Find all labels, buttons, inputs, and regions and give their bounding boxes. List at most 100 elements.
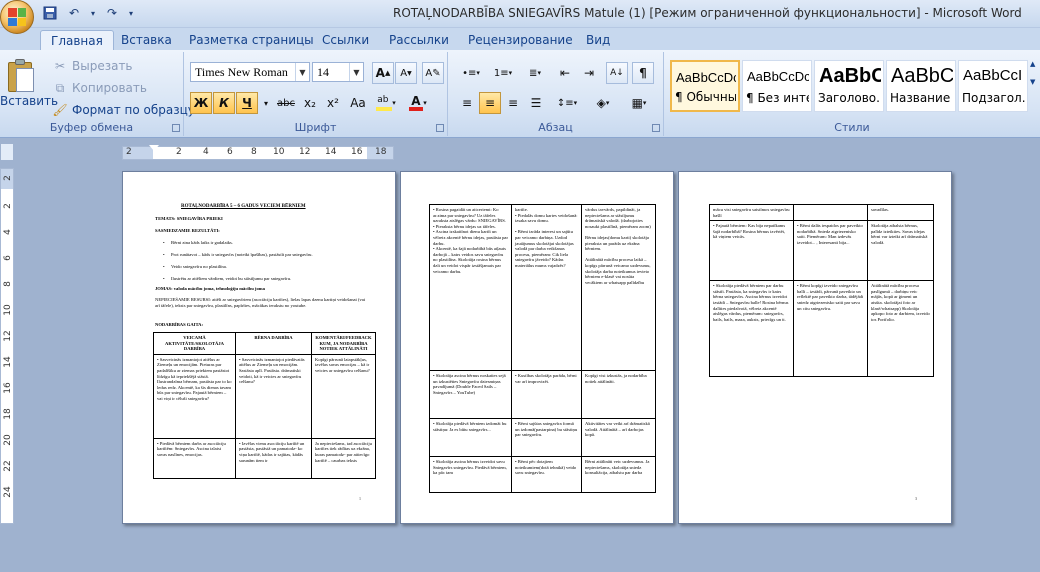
ruler-tick: 8 xyxy=(3,281,13,287)
font-color-label: A xyxy=(411,94,421,108)
style-subtitle[interactable]: AaBbCcI Подзагол... xyxy=(958,60,1028,112)
tab-view[interactable]: Вид xyxy=(576,30,620,50)
line-spacing-icon: ↕≡ xyxy=(556,97,574,109)
table-cell: Bērni sajūtas sniegavīra formā un izdomā… xyxy=(511,418,582,457)
save-icon[interactable] xyxy=(40,4,60,22)
document-page-1[interactable]: ROTAĻNODARBĪBA 5 – 6 GADUS VECIEM BĒRNIE… xyxy=(122,171,396,524)
borders-button[interactable]: ▦ ▾ xyxy=(624,92,654,114)
style-normal[interactable]: AaBbCcDc ¶ Обычный xyxy=(670,60,740,112)
shrink-font-button[interactable]: A ▼ xyxy=(395,62,417,84)
grow-font-button[interactable]: A ▲ xyxy=(372,62,394,84)
styles-scroll-up-icon[interactable]: ▲ xyxy=(1030,60,1040,76)
strikethrough-button[interactable]: abc xyxy=(274,92,298,114)
styles-group-label: Стили xyxy=(834,121,870,134)
table-row: mācu visi sniegavīru saistīmos sniegavīr… xyxy=(709,203,934,222)
horizontal-ruler[interactable]: 2 2 4 6 8 10 12 14 16 18 xyxy=(122,145,394,160)
cut-label: Вырезать xyxy=(72,59,133,73)
bold-button[interactable]: Ж xyxy=(190,92,212,114)
multilevel-list-icon: ≣ xyxy=(529,67,538,79)
highlight-label: ab xyxy=(377,95,389,105)
bullets-button[interactable]: •≡ ▾ xyxy=(456,62,486,84)
shading-button[interactable]: ◈ ▾ xyxy=(588,92,618,114)
undo-icon[interactable]: ↶ xyxy=(64,4,84,22)
sort-button[interactable]: A↓ xyxy=(606,62,628,84)
table-cell: Skolotāja piedāvā bērniem izdomāt bu stā… xyxy=(429,418,512,457)
tab-references[interactable]: Ссылки xyxy=(312,30,379,50)
document-page-2[interactable]: Rosina pagaidāt un attceriemt: Ko ar.zim… xyxy=(400,171,674,524)
show-marks-button[interactable]: ¶ xyxy=(632,62,654,84)
highlight-button[interactable]: ab ▾ xyxy=(372,92,400,114)
table-cell: Skolotāja ascina bērnus noskaties sejā u… xyxy=(429,370,512,419)
style-heading[interactable]: AaBbC Заголово... xyxy=(814,60,884,112)
chevron-down-icon[interactable]: ▾ xyxy=(260,92,272,114)
tab-page-layout[interactable]: Разметка страницы xyxy=(179,30,324,50)
cut-button[interactable]: ✂ Вырезать xyxy=(52,56,133,76)
paragraph-launcher-icon[interactable] xyxy=(652,124,660,132)
grow-font-icon: A xyxy=(375,66,385,80)
tab-insert[interactable]: Вставка xyxy=(111,30,182,50)
result-bullet: Ilustrētu ar attēliem vārdiem, veidot bu… xyxy=(163,276,291,282)
table-cell: savadīlas. xyxy=(867,203,934,222)
table-header-row: VEICAMĀ AKTIVITĀTE/SKOLOTĀJA DARBĪBA BĒR… xyxy=(153,332,376,355)
change-case-button[interactable]: Aa xyxy=(346,92,370,114)
vertical-ruler[interactable]: 2 2 4 6 8 10 12 14 16 18 20 22 24 xyxy=(0,168,14,524)
line-spacing-button[interactable]: ↕≡ ▾ xyxy=(552,92,582,114)
style-no-spacing[interactable]: AaBbCcDc ¶ Без инте... xyxy=(742,60,812,112)
font-size-select[interactable]: 14 ▼ xyxy=(312,62,364,82)
process-heading: NODARBĪBAS GAITA: xyxy=(155,322,204,327)
table-row: Skolotāja piedāvā bērniem par darbu stās… xyxy=(709,280,934,378)
underline-button[interactable]: Ч xyxy=(236,92,258,114)
clipboard-launcher-icon[interactable] xyxy=(172,124,180,132)
results-heading: SASNIEDZAMIE REZULTĀTI: xyxy=(155,228,220,233)
table-cell: Bērni attālināti veic uzdevumus. Ja nepi… xyxy=(581,456,656,493)
table-header: VEICAMĀ AKTIVITĀTE/SKOLOTĀJA DARBĪBA xyxy=(153,332,236,355)
paragraph-group-label: Абзац xyxy=(538,121,573,134)
title-bar: ↶ ▾ ↷ ▾ ROTAĻNODARBĪBA SNIEGAVĪRS Matule… xyxy=(0,0,1040,34)
clear-formatting-button[interactable]: A✎ xyxy=(422,62,444,84)
indent-marker-icon[interactable] xyxy=(149,145,159,151)
multilevel-list-button[interactable]: ≣ ▾ xyxy=(520,62,550,84)
highlighter-icon: ab xyxy=(376,95,393,111)
customize-qat-icon[interactable]: ▾ xyxy=(126,4,136,22)
redo-icon[interactable]: ↷ xyxy=(102,4,122,22)
increase-indent-button[interactable]: ⇥ xyxy=(578,62,600,84)
office-button[interactable] xyxy=(0,0,34,34)
table-row: Skolotāja ascina bērnus izveidot savu Sn… xyxy=(429,456,656,493)
align-left-icon: ≡ xyxy=(461,96,473,110)
italic-button[interactable]: К xyxy=(213,92,235,114)
cell-text: Bērni attālināti veic uzdevumus. Ja nepi… xyxy=(585,459,650,476)
decrease-indent-button[interactable]: ⇤ xyxy=(554,62,576,84)
copy-button[interactable]: ⧉ Копировать xyxy=(52,78,147,98)
subscript-button[interactable]: x₂ xyxy=(299,92,321,114)
cell-text: Kustības skolotāja parāda, bērni var arī… xyxy=(515,373,578,384)
font-color-button[interactable]: A ▾ xyxy=(404,92,432,114)
table-cell: Sasveicinās izmantojot attēlus ar Ziemeļ… xyxy=(153,353,236,439)
ruler-tick: 20 xyxy=(3,434,13,446)
tab-home[interactable]: Главная xyxy=(40,30,114,50)
align-center-button[interactable]: ≡ xyxy=(479,92,501,114)
document-page-3[interactable]: mācu visi sniegavīru saistīmos sniegavīr… xyxy=(678,171,952,524)
font-launcher-icon[interactable] xyxy=(436,124,444,132)
table-row: Skolotāja piedāvā bērniem izdomāt bu stā… xyxy=(429,418,656,457)
numbering-button[interactable]: 1≡ ▾ xyxy=(488,62,518,84)
styles-scroll-down-icon[interactable]: ▼ xyxy=(1030,78,1040,94)
justify-button[interactable]: ☰ xyxy=(525,92,547,114)
chevron-down-icon[interactable]: ▾ xyxy=(88,4,98,22)
align-left-button[interactable]: ≡ xyxy=(456,92,478,114)
font-name-select[interactable]: Times New Roman ▼ xyxy=(190,62,310,82)
tab-mailings[interactable]: Рассылки xyxy=(379,30,459,50)
style-title[interactable]: AaBbC Название xyxy=(886,60,956,112)
cell-text: Attālinātā mācību procesa paslīgumā – da… xyxy=(871,283,930,322)
ruler-toggle[interactable] xyxy=(0,143,14,161)
ruler-tick: 16 xyxy=(3,382,13,394)
format-painter-button[interactable]: 🖌 Формат по образцу xyxy=(52,100,195,120)
table-cell xyxy=(793,203,868,222)
tab-review[interactable]: Рецензирование xyxy=(458,30,583,50)
align-right-button[interactable]: ≡ xyxy=(502,92,524,114)
cell-text: Piedāvā bērniem darbs ar asociāciju kart… xyxy=(157,441,232,458)
superscript-button[interactable]: x² xyxy=(322,92,344,114)
table-cell: Izvēlas vienu asociāciju kartītē un past… xyxy=(235,437,312,479)
cell-text: Skolotāja ascina bērnus noskaties sejā u… xyxy=(433,373,508,395)
change-case-icon: Aa xyxy=(350,96,366,110)
paste-button[interactable]: Вставить xyxy=(0,52,58,122)
